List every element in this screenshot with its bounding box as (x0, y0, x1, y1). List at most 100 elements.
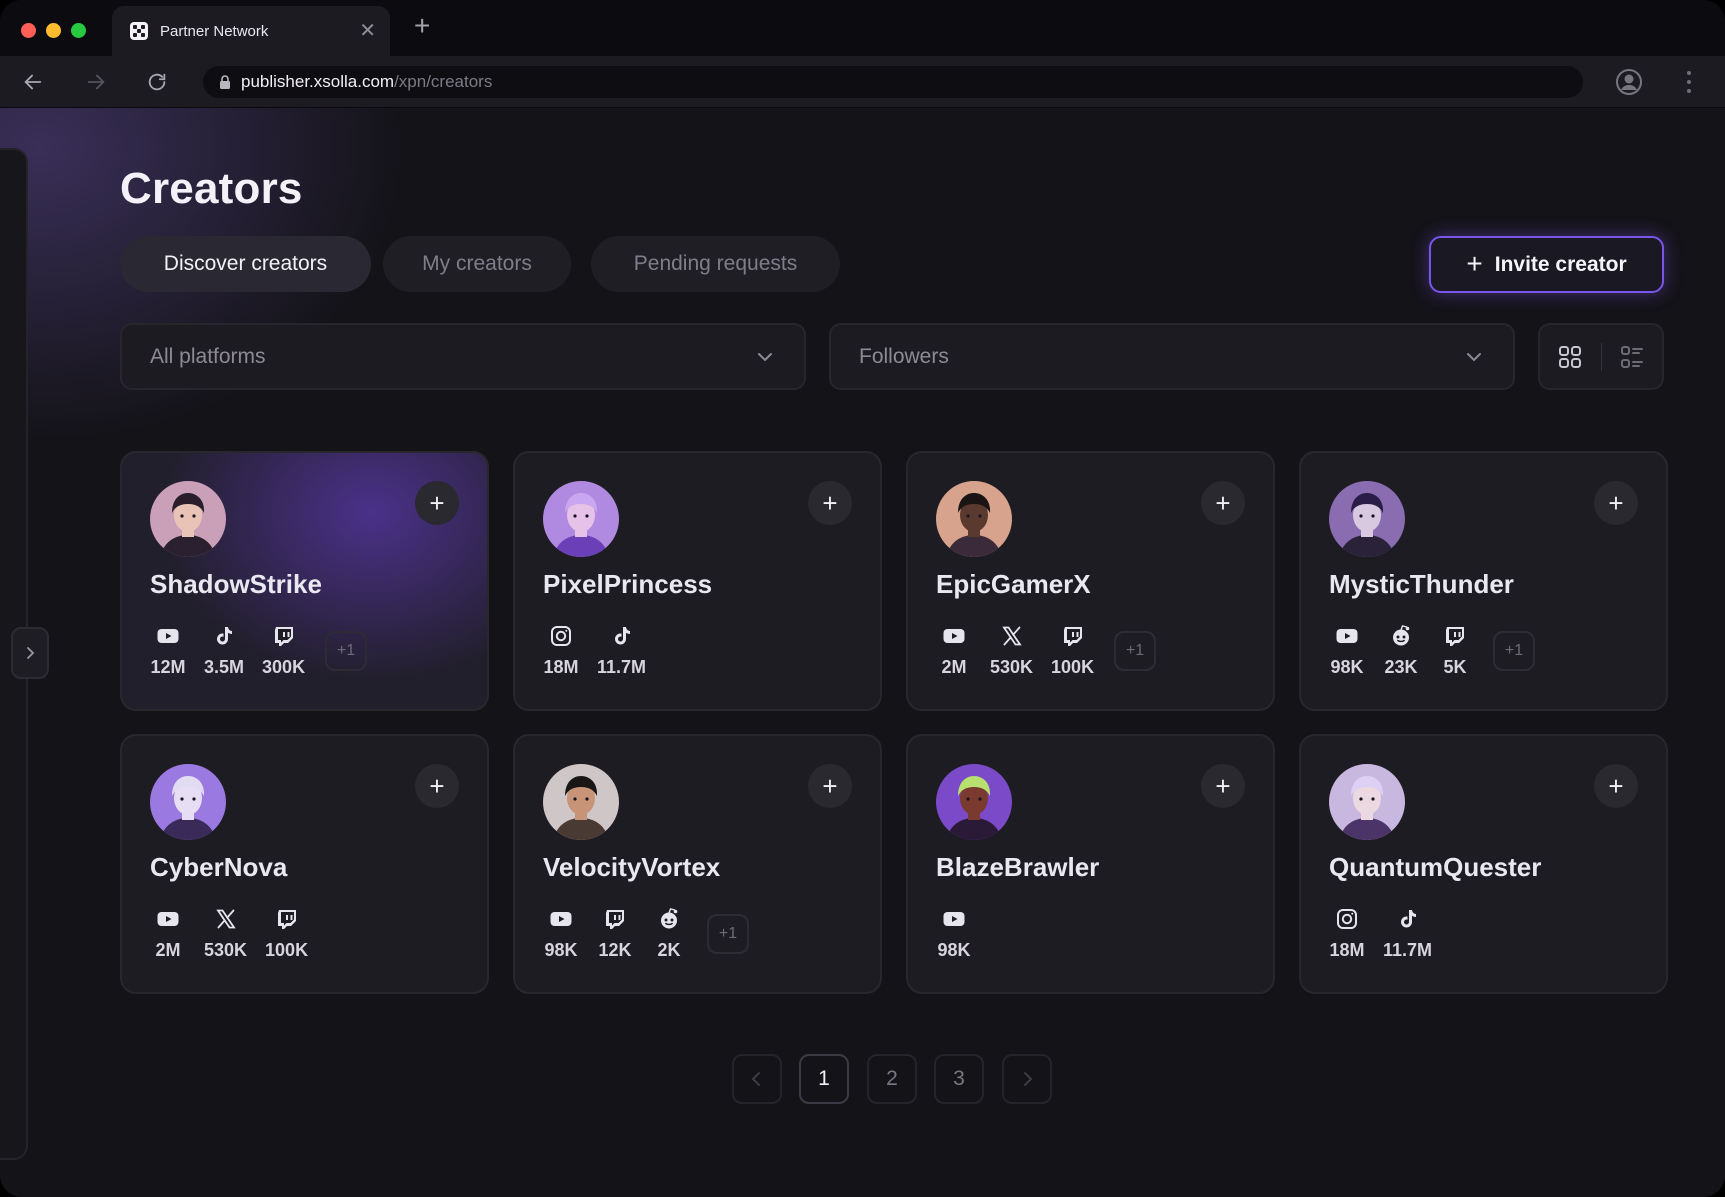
chevron-left-icon (751, 1072, 760, 1086)
more-platforms-badge[interactable]: +1 (707, 913, 749, 954)
creator-name: BlazeBrawler (936, 852, 1100, 882)
grid-view-button[interactable] (1540, 325, 1601, 388)
platform-stats: 2M 530K 100K (150, 906, 308, 961)
stat-x: 530K (204, 906, 247, 961)
platform-filter-select[interactable]: All platforms (120, 323, 806, 390)
list-view-button[interactable] (1601, 325, 1662, 388)
stat-tiktok: 11.7M (597, 623, 646, 678)
invite-creator-label: Invite creator (1494, 252, 1627, 276)
follower-count: 2M (155, 940, 181, 960)
creator-card[interactable]: + CyberNova 2M 530K 100K (120, 734, 489, 994)
sort-filter-select[interactable]: Followers (829, 323, 1515, 390)
page-button-1[interactable]: 1 (799, 1054, 849, 1104)
platform-stats: 2M 530K 100K +1 (936, 623, 1157, 678)
add-creator-button[interactable]: + (808, 481, 852, 525)
stat-youtube: 98K (543, 906, 579, 961)
add-creator-button[interactable]: + (808, 764, 852, 808)
platform-stats: 98K 23K 5K +1 (1329, 623, 1535, 678)
reload-icon[interactable] (143, 68, 171, 96)
expand-sidebar-button[interactable] (11, 627, 49, 679)
more-platforms-badge[interactable]: +1 (1114, 630, 1157, 671)
avatar (1329, 764, 1405, 840)
add-creator-button[interactable]: + (1201, 481, 1245, 525)
stat-reddit: 2K (651, 906, 687, 961)
chevron-down-icon (758, 352, 772, 361)
follower-count: 530K (204, 940, 248, 960)
plus-icon: + (822, 488, 838, 518)
chevron-right-icon (1024, 1072, 1033, 1086)
plus-icon: + (1215, 771, 1231, 801)
maximize-window-button[interactable] (71, 23, 86, 38)
tab-my-creators[interactable]: My creators (383, 236, 571, 292)
reddit-icon (1388, 623, 1414, 649)
tab-strip: Partner Network ✕ + (0, 0, 1725, 56)
stat-twitch: 100K (265, 906, 308, 961)
tab-pending-requests[interactable]: Pending requests (591, 236, 840, 292)
stat-youtube: 2M (150, 906, 186, 961)
back-arrow-icon[interactable] (19, 68, 47, 96)
twitch-icon (271, 623, 297, 649)
plus-icon: + (1608, 488, 1624, 518)
add-creator-button[interactable]: + (1201, 764, 1245, 808)
page-content: Creators Discover creators My creators P… (0, 108, 1725, 1197)
follower-count: 5K (1443, 657, 1467, 677)
close-tab-icon[interactable]: ✕ (359, 21, 376, 41)
avatar (1329, 481, 1405, 557)
stat-instagram: 18M (543, 623, 579, 678)
creator-name: CyberNova (150, 852, 288, 882)
stat-youtube: 2M (936, 623, 972, 678)
lock-icon (220, 75, 230, 89)
creator-card[interactable]: + MysticThunder 98K 23K 5K +1 (1299, 451, 1668, 711)
page-title: Creators (120, 164, 303, 213)
stat-twitch: 5K (1437, 623, 1473, 678)
youtube-icon (155, 906, 181, 932)
follower-count: 300K (262, 657, 306, 677)
follower-count: 12M (150, 657, 186, 677)
x-icon (213, 906, 239, 932)
follower-count: 12K (598, 940, 632, 960)
plus-icon: + (429, 488, 445, 518)
new-tab-icon[interactable]: + (414, 12, 430, 40)
creator-name: VelocityVortex (543, 852, 721, 882)
creator-card[interactable]: + QuantumQuester 18M 11.7M (1299, 734, 1668, 994)
page-button-2[interactable]: 2 (867, 1054, 917, 1104)
creator-card[interactable]: + BlazeBrawler 98K (906, 734, 1275, 994)
creator-name: MysticThunder (1329, 569, 1514, 599)
creator-name: ShadowStrike (150, 569, 322, 599)
tab-title: Partner Network (160, 22, 269, 40)
add-creator-button[interactable]: + (415, 764, 459, 808)
twitch-icon (602, 906, 628, 932)
platform-filter-value: All platforms (150, 344, 266, 368)
tiktok-icon (609, 623, 635, 649)
minimize-window-button[interactable] (46, 23, 61, 38)
youtube-icon (548, 906, 574, 932)
follower-count: 11.7M (1383, 940, 1433, 960)
url-path: /xpn/creators (394, 72, 493, 91)
invite-creator-button[interactable]: + Invite creator (1429, 236, 1664, 293)
prev-page-button[interactable] (732, 1054, 782, 1104)
address-bar[interactable]: publisher.xsolla.com/xpn/creators (203, 66, 1583, 98)
creator-card[interactable]: + PixelPrincess 18M 11.7M (513, 451, 882, 711)
creator-card[interactable]: + ShadowStrike 12M 3.5M 300K +1 (120, 451, 489, 711)
add-creator-button[interactable]: + (1594, 481, 1638, 525)
creator-card[interactable]: + EpicGamerX 2M 530K 100K +1 (906, 451, 1275, 711)
next-page-button[interactable] (1002, 1054, 1052, 1104)
profile-icon[interactable] (1614, 67, 1644, 97)
more-menu-icon[interactable] (1681, 68, 1697, 96)
creator-name: PixelPrincess (543, 569, 713, 599)
follower-count: 100K (1051, 657, 1095, 677)
more-platforms-badge[interactable]: +1 (325, 630, 368, 671)
stat-twitch: 300K (262, 623, 305, 678)
tab-discover-creators[interactable]: Discover creators (120, 236, 371, 292)
stat-youtube: 12M (150, 623, 186, 678)
browser-tab[interactable]: Partner Network ✕ (112, 6, 390, 56)
add-creator-button[interactable]: + (1594, 764, 1638, 808)
forward-arrow-icon[interactable] (82, 68, 110, 96)
page-button-3[interactable]: 3 (934, 1054, 984, 1104)
tiktok-icon (211, 623, 237, 649)
plus-icon: + (1215, 488, 1231, 518)
creator-card[interactable]: + VelocityVortex 98K 12K 2K +1 (513, 734, 882, 994)
more-platforms-badge[interactable]: +1 (1493, 630, 1535, 671)
add-creator-button[interactable]: + (415, 481, 459, 525)
close-window-button[interactable] (21, 23, 36, 38)
